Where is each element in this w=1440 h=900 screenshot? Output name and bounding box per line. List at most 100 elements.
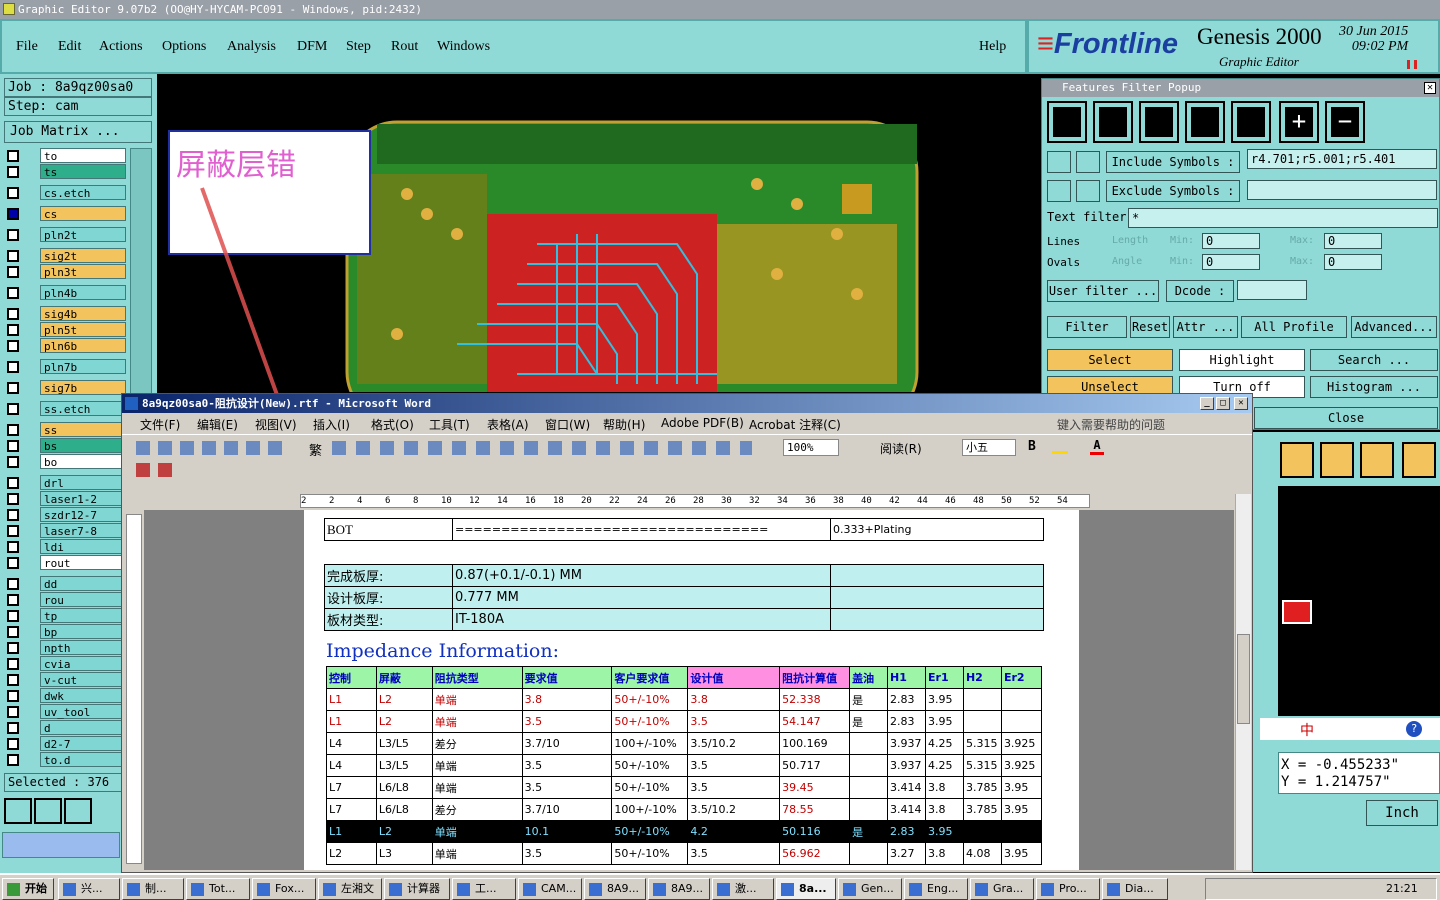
layer-row[interactable]: v-cut [4, 672, 126, 687]
layer-name[interactable]: pln3t [40, 264, 126, 279]
taskbar-item[interactable]: 制... [122, 878, 184, 900]
layer-row[interactable]: laser1-2 [4, 491, 126, 506]
positive-polarity-icon[interactable]: + [1279, 101, 1319, 143]
layer-checkbox[interactable] [7, 187, 19, 199]
layer-checkbox[interactable] [7, 706, 19, 718]
layer-row[interactable]: ts [4, 164, 126, 179]
highlight-button[interactable]: Highlight [1179, 349, 1305, 371]
taskbar-item[interactable]: Tot... [186, 878, 250, 900]
layer-row[interactable]: tp [4, 608, 126, 623]
close-icon[interactable]: ✕ [1424, 82, 1436, 94]
layer-checkbox[interactable] [7, 308, 19, 320]
layer-row[interactable]: pln6b [4, 338, 126, 353]
layer-name[interactable]: tp [40, 608, 126, 623]
layer-name[interactable]: pln4b [40, 285, 126, 300]
layer-name[interactable]: szdr12-7 [40, 507, 126, 522]
ime-mode[interactable]: 中 [1300, 720, 1314, 740]
taskbar-item[interactable]: CAM... [518, 878, 582, 900]
job-matrix-button[interactable]: Job Matrix ... [4, 121, 152, 143]
word-menu-insert[interactable]: 插入(I) [313, 416, 350, 433]
layer-name[interactable]: sig2t [40, 248, 126, 263]
layer-name[interactable]: bp [40, 624, 126, 639]
standard-toolbar-icons[interactable] [136, 441, 286, 455]
taskbar-item[interactable]: Gen... [838, 878, 902, 900]
include-icon-a[interactable] [1047, 151, 1071, 173]
word-menu-help[interactable]: 帮助(H) [603, 416, 645, 433]
menu-analysis[interactable]: Analysis [227, 39, 276, 55]
dcode-field[interactable] [1237, 280, 1307, 300]
include-icon-b[interactable] [1076, 151, 1100, 173]
layer-row[interactable]: sig2t [4, 248, 126, 263]
layer-checkbox[interactable] [7, 493, 19, 505]
layer-name[interactable]: rou [40, 592, 126, 607]
word-menu-view[interactable]: 视图(V) [255, 416, 297, 433]
layer-row[interactable]: cs [4, 206, 126, 221]
menu-step[interactable]: Step [346, 39, 371, 55]
layer-name[interactable]: laser7-8 [40, 523, 126, 538]
advanced-button[interactable]: Advanced... [1351, 316, 1437, 338]
layer-name[interactable]: pln5t [40, 322, 126, 337]
layer-name[interactable]: pln6b [40, 338, 126, 353]
layer-name[interactable]: d2-7 [40, 736, 126, 751]
start-button[interactable]: 开始 [2, 878, 54, 900]
layer-checkbox[interactable] [7, 324, 19, 336]
font-color-icon[interactable]: A [1090, 439, 1104, 455]
exclude-symbols-field[interactable] [1247, 180, 1437, 200]
layer-name[interactable]: bs [40, 438, 126, 453]
taskbar-item[interactable]: 兴... [58, 878, 120, 900]
pdf-toolbar-icons[interactable] [136, 463, 176, 477]
layer-checkbox[interactable] [7, 674, 19, 686]
layer-row[interactable]: szdr12-7 [4, 507, 126, 522]
layer-row[interactable]: to.d [4, 752, 126, 767]
layer-name[interactable]: sig4b [40, 306, 126, 321]
taskbar-item[interactable]: 8A9... [584, 878, 646, 900]
command-line[interactable] [2, 832, 120, 858]
layer-name[interactable]: d [40, 720, 126, 735]
taskbar-item[interactable]: Eng... [904, 878, 968, 900]
layer-row[interactable]: dwk [4, 688, 126, 703]
ovals-checkbox[interactable]: Ovals [1047, 256, 1080, 269]
layer-row[interactable]: pln7b [4, 359, 126, 374]
layer-checkbox[interactable] [7, 509, 19, 521]
layer-row[interactable]: d2-7 [4, 736, 126, 751]
select-button[interactable]: Select [1047, 349, 1173, 371]
layer-checkbox[interactable] [7, 424, 19, 436]
layer-checkbox[interactable] [7, 754, 19, 766]
layer-row[interactable]: uv_tool [4, 704, 126, 719]
layer-name[interactable]: ss [40, 422, 126, 437]
dcode-button[interactable]: Dcode : [1166, 280, 1234, 302]
grid-icon[interactable] [64, 798, 92, 824]
layer-checkbox[interactable] [7, 166, 19, 178]
font-size-dropdown[interactable]: 小五 [962, 439, 1016, 456]
exclude-symbols-button[interactable]: Exclude Symbols : [1106, 180, 1240, 202]
layer-checkbox[interactable] [7, 610, 19, 622]
zoom-fit-icon[interactable] [34, 798, 62, 824]
layer-name[interactable]: bo [40, 454, 126, 469]
taskbar-item[interactable]: Fox... [252, 878, 316, 900]
layer-row[interactable]: pln4b [4, 285, 126, 300]
layer-name[interactable]: uv_tool [40, 704, 126, 719]
layer-row[interactable]: bo [4, 454, 126, 469]
layer-checkbox[interactable] [7, 557, 19, 569]
word-menu-adobe-pdf[interactable]: Adobe PDF(B) [661, 416, 744, 430]
highlight-color-icon[interactable] [1052, 440, 1068, 454]
layer-checkbox[interactable] [7, 690, 19, 702]
help-icon[interactable]: ? [1406, 721, 1422, 737]
select-pointer-icon[interactable] [1320, 442, 1354, 478]
reading-mode-button[interactable]: 阅读(R) [880, 440, 922, 457]
exclude-icon-b[interactable] [1076, 180, 1100, 202]
traditional-chinese-button[interactable]: 繁 [309, 440, 322, 459]
layer-checkbox[interactable] [7, 266, 19, 278]
help-question-field[interactable]: 键入需要帮助的问题 [1057, 416, 1165, 433]
layer-row[interactable]: ss.etch [4, 401, 126, 416]
layer-row[interactable]: ldi [4, 539, 126, 554]
layer-name[interactable]: pln7b [40, 359, 126, 374]
zoom-area-icon[interactable] [4, 798, 32, 824]
layer-checkbox[interactable] [7, 456, 19, 468]
layer-row[interactable]: bs [4, 438, 126, 453]
taskbar-item[interactable]: 工... [452, 878, 516, 900]
taskbar-item[interactable]: Gra... [970, 878, 1034, 900]
layer-row[interactable]: sig7b [4, 380, 126, 395]
word-menu-format[interactable]: 格式(O) [371, 416, 414, 433]
menu-edit[interactable]: Edit [58, 39, 81, 55]
